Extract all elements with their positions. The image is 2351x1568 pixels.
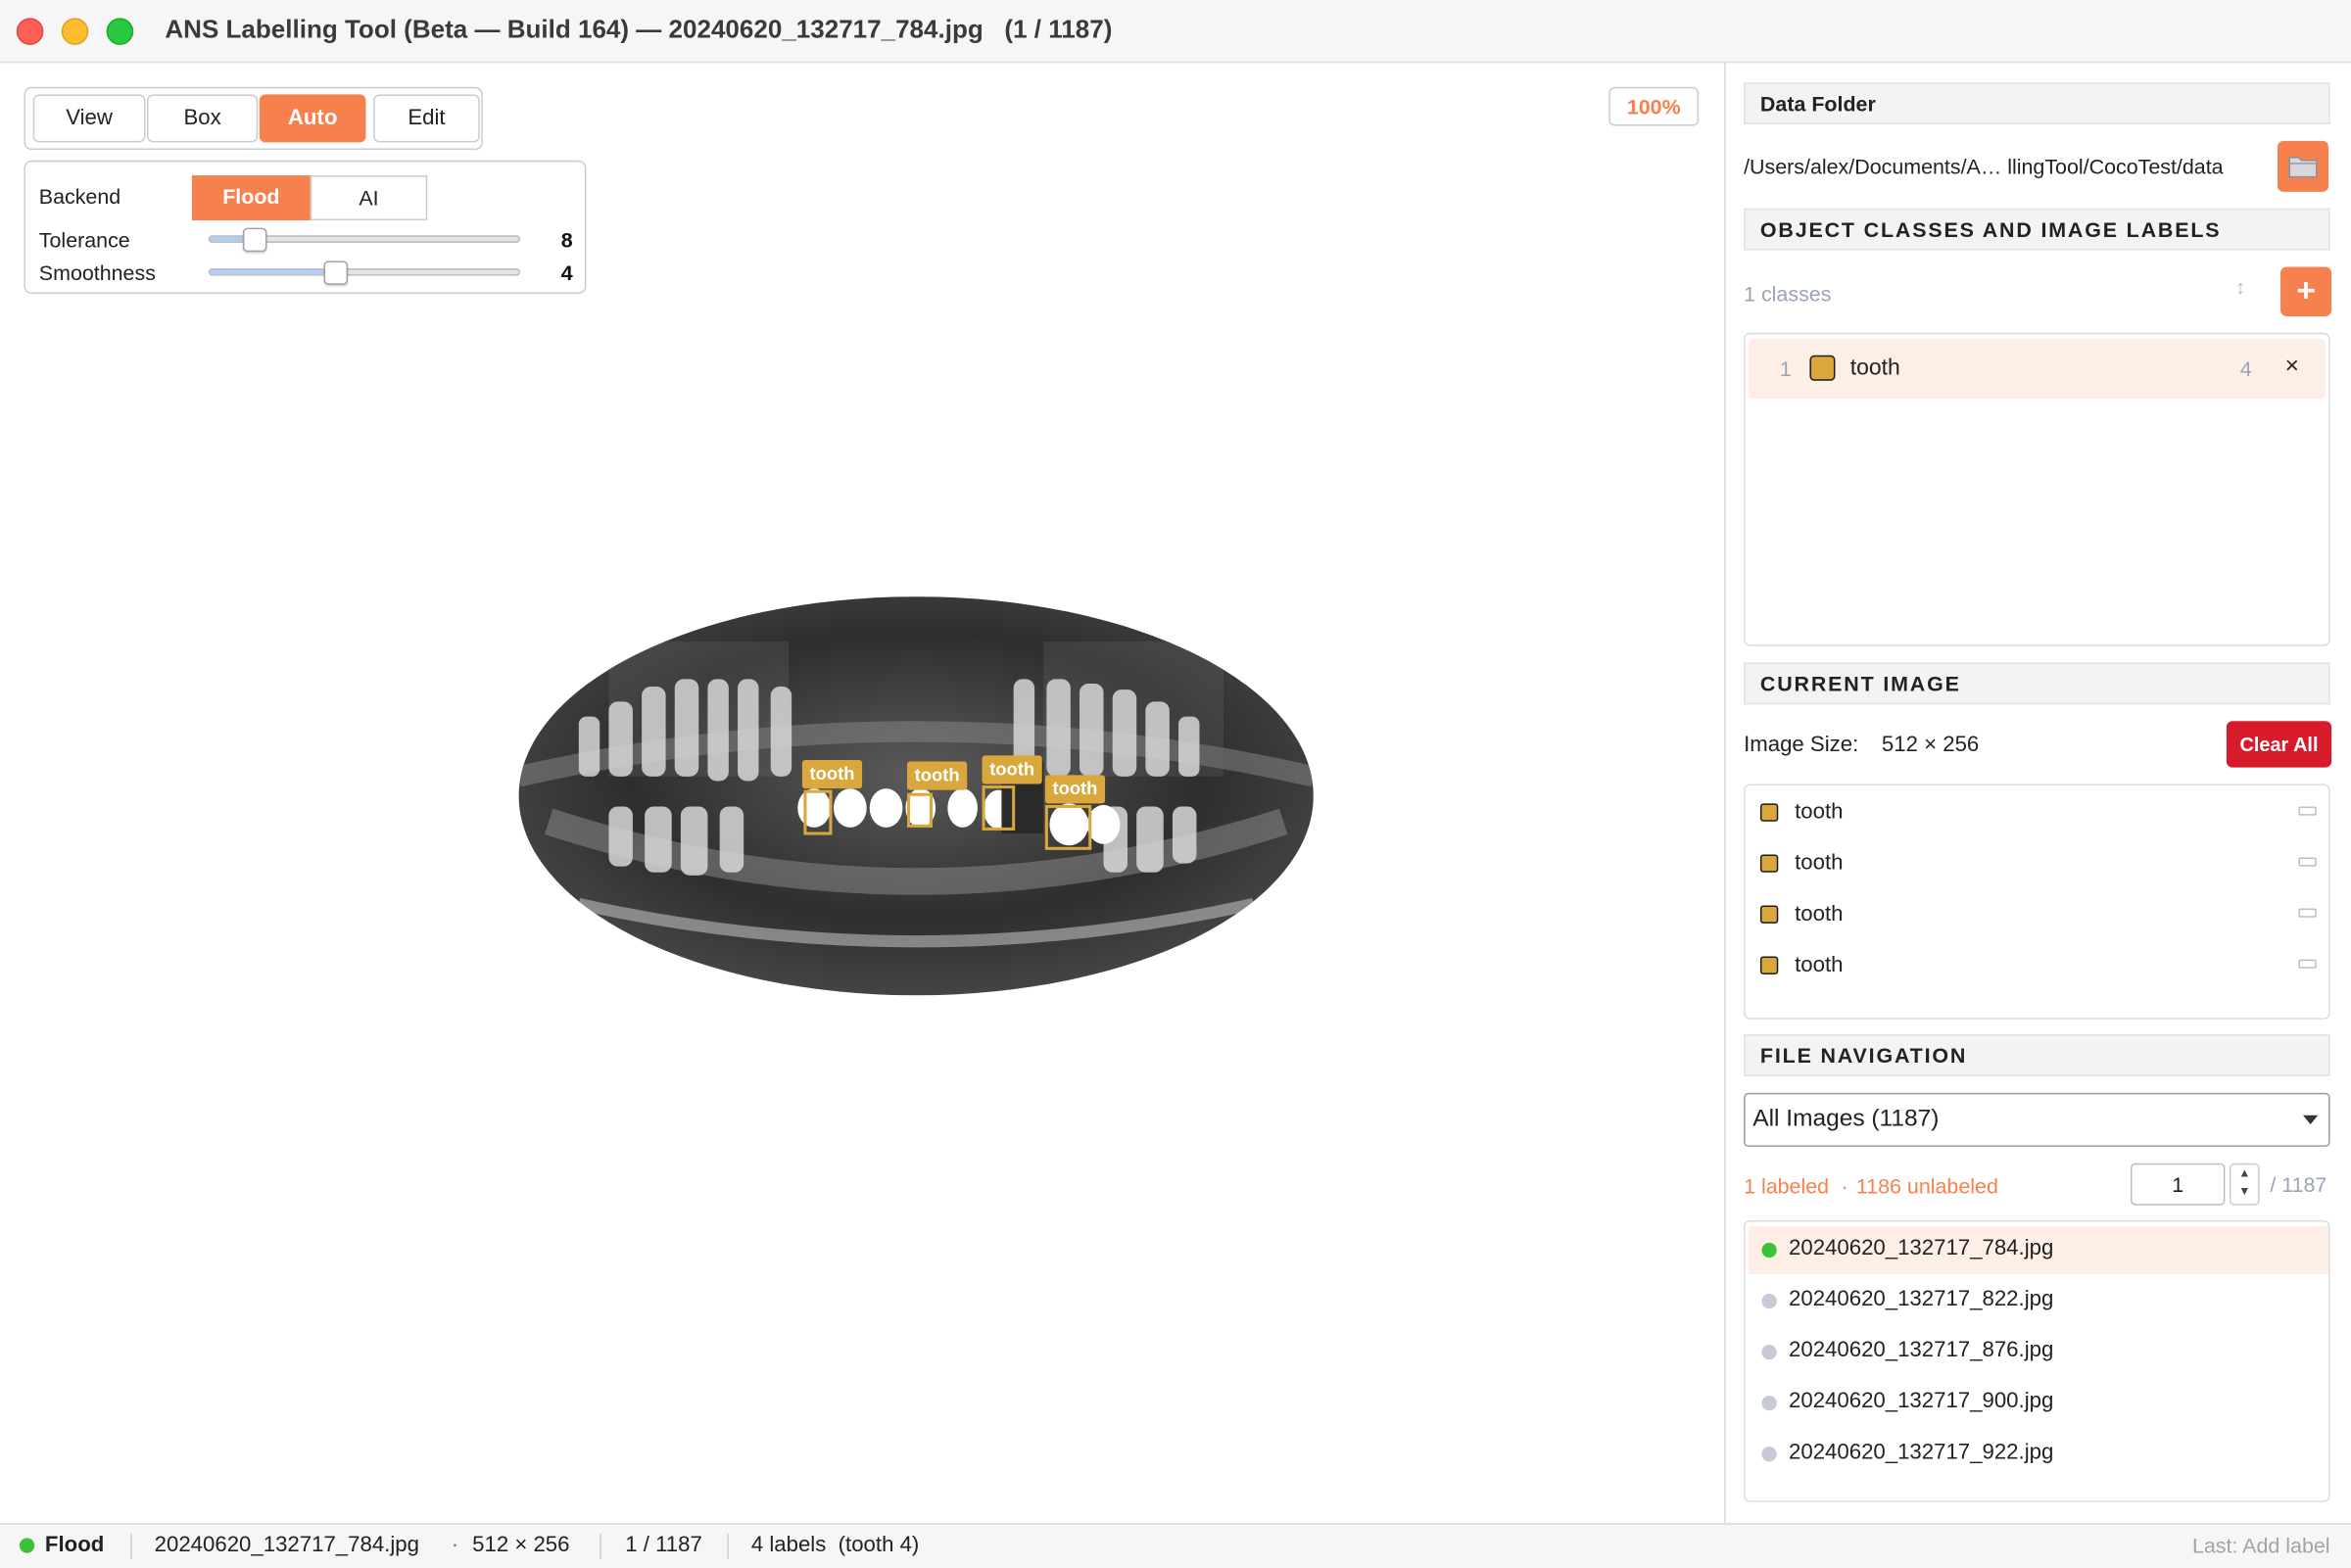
status-dot-icon: [1761, 1344, 1777, 1360]
box-mode-button[interactable]: Box: [146, 94, 259, 143]
panel-divider[interactable]: [1724, 63, 1726, 1524]
image-size-label: Image Size:: [1744, 733, 1859, 757]
class-color-swatch[interactable]: [1809, 355, 1836, 381]
file-name: 20240620_132717_922.jpg: [1789, 1440, 2054, 1465]
annotation-box[interactable]: [1044, 804, 1092, 850]
annotation-box[interactable]: [907, 792, 934, 828]
backend-ai-option[interactable]: AI: [310, 175, 428, 220]
file-list: 20240620_132717_784.jpg 20240620_132717_…: [1744, 1219, 2330, 1502]
labeled-count: 1 labeled: [1744, 1173, 1830, 1198]
stat-separator: ·: [1841, 1173, 1848, 1198]
label-color-swatch: [1759, 803, 1779, 822]
label-visibility-icon[interactable]: [2298, 806, 2317, 816]
file-list-item[interactable]: 20240620_132717_784.jpg: [1748, 1226, 2329, 1275]
data-folder-header: Data Folder: [1744, 82, 2330, 125]
mode-toolbar: View Box Auto Edit: [24, 86, 483, 151]
backend-status-dot-icon: [19, 1538, 35, 1553]
status-dot-icon: [1761, 1447, 1777, 1462]
class-name: tooth: [1849, 355, 1900, 381]
tolerance-slider-thumb[interactable]: [243, 227, 267, 253]
image-label-item[interactable]: tooth: [1795, 953, 1843, 976]
choose-folder-button[interactable]: [2277, 140, 2329, 192]
label-color-swatch: [1759, 956, 1779, 974]
annotation-label: tooth: [982, 755, 1042, 784]
clear-all-button[interactable]: Clear All: [2226, 721, 2332, 768]
tolerance-value: 8: [560, 227, 573, 253]
smoothness-slider-thumb[interactable]: [324, 261, 349, 285]
data-folder-path: /Users/alex/Documents/A… llingTool/CocoT…: [1744, 154, 2224, 179]
auto-mode-button[interactable]: Auto: [259, 94, 366, 143]
status-labels: 4 labels (tooth 4): [750, 1533, 920, 1558]
title-bar: ANS Labelling Tool (Beta — Build 164) — …: [0, 0, 2351, 64]
tolerance-label: Tolerance: [38, 227, 130, 253]
annotation-label: tooth: [1044, 775, 1106, 804]
status-image-size: 512 × 256: [472, 1533, 570, 1558]
class-list: 1 tooth 4 ×: [1744, 332, 2330, 646]
label-visibility-icon[interactable]: [2298, 857, 2317, 867]
image-label-list: tooth tooth tooth tooth: [1744, 784, 2330, 1020]
file-list-item[interactable]: 20240620_132717_900.jpg: [1749, 1379, 2328, 1427]
sort-icon[interactable]: ↕: [2235, 276, 2245, 299]
image-label-item[interactable]: tooth: [1795, 902, 1843, 926]
status-backend: Flood: [44, 1533, 105, 1558]
minimize-window-button[interactable]: [61, 18, 89, 45]
file-navigation-header: FILE NAVIGATION: [1744, 1034, 2330, 1076]
smoothness-label: Smoothness: [38, 261, 156, 285]
image-label-item[interactable]: tooth: [1795, 800, 1843, 824]
status-file: 20240620_132717_784.jpg: [154, 1533, 419, 1558]
zoom-window-button[interactable]: [106, 18, 134, 45]
backend-label: Backend: [38, 184, 121, 209]
add-class-button[interactable]: +: [2280, 266, 2332, 316]
page-number-input[interactable]: 1: [2130, 1163, 2226, 1206]
status-dot-icon: [1761, 1242, 1777, 1259]
close-window-button[interactable]: [16, 18, 44, 45]
chevron-down-icon: [2303, 1115, 2319, 1124]
folder-icon: [2288, 156, 2318, 178]
view-mode-button[interactable]: View: [32, 94, 146, 143]
file-name: 20240620_132717_784.jpg: [1789, 1236, 2054, 1261]
class-row-tooth[interactable]: 1 tooth 4 ×: [1748, 338, 2326, 400]
status-dot-icon: [1761, 1293, 1777, 1309]
auto-settings-panel: Backend Flood AI Tolerance 8 Smoothness …: [24, 160, 587, 294]
status-dot-separator: ·: [451, 1533, 459, 1558]
file-list-item[interactable]: 20240620_132717_922.jpg: [1749, 1430, 2328, 1478]
label-color-swatch: [1759, 905, 1779, 924]
image-label-item[interactable]: tooth: [1795, 851, 1843, 875]
status-position: 1 / 1187: [625, 1533, 702, 1558]
remove-class-icon[interactable]: ×: [2285, 354, 2299, 381]
file-name: 20240620_132717_876.jpg: [1789, 1338, 2054, 1363]
class-count: 1 classes: [1744, 281, 1832, 307]
image-size-value: 512 × 256: [1881, 733, 1980, 757]
annotation-label: tooth: [801, 760, 863, 789]
unlabeled-count: 1186 unlabeled: [1855, 1173, 1998, 1198]
status-bar: Flood 20240620_132717_784.jpg · 512 × 25…: [0, 1523, 2351, 1568]
label-visibility-icon[interactable]: [2298, 908, 2317, 918]
page-total: / 1187: [2270, 1171, 2327, 1197]
current-image-header: CURRENT IMAGE: [1744, 662, 2330, 705]
file-list-item[interactable]: 20240620_132717_876.jpg: [1749, 1328, 2328, 1376]
zoom-indicator[interactable]: 100%: [1608, 86, 1700, 126]
label-color-swatch: [1759, 854, 1779, 873]
page-stepper[interactable]: ▲ ▼: [2230, 1163, 2260, 1206]
edit-mode-button[interactable]: Edit: [373, 94, 480, 143]
smoothness-value: 4: [560, 261, 573, 285]
file-name: 20240620_132717_900.jpg: [1789, 1389, 2054, 1414]
annotation-box[interactable]: [803, 789, 833, 835]
classes-header: OBJECT CLASSES AND IMAGE LABELS: [1744, 208, 2330, 251]
smoothness-slider[interactable]: [208, 267, 521, 276]
annotation-box[interactable]: [982, 785, 1016, 831]
label-visibility-icon[interactable]: [2298, 959, 2317, 969]
class-index: 1: [1779, 356, 1792, 381]
backend-flood-option[interactable]: Flood: [191, 175, 311, 220]
class-label-count: 4: [2239, 356, 2252, 381]
file-list-item[interactable]: 20240620_132717_822.jpg: [1749, 1277, 2328, 1325]
file-name: 20240620_132717_822.jpg: [1789, 1287, 2054, 1312]
status-dot-icon: [1761, 1395, 1777, 1411]
image-filter-value: All Images (1187): [1752, 1106, 1940, 1132]
annotation-label: tooth: [907, 761, 968, 790]
window-title: ANS Labelling Tool (Beta — Build 164) — …: [165, 15, 1113, 44]
status-last-action: Last: Add label: [2191, 1533, 2330, 1558]
image-filter-select[interactable]: All Images (1187): [1744, 1092, 2330, 1147]
